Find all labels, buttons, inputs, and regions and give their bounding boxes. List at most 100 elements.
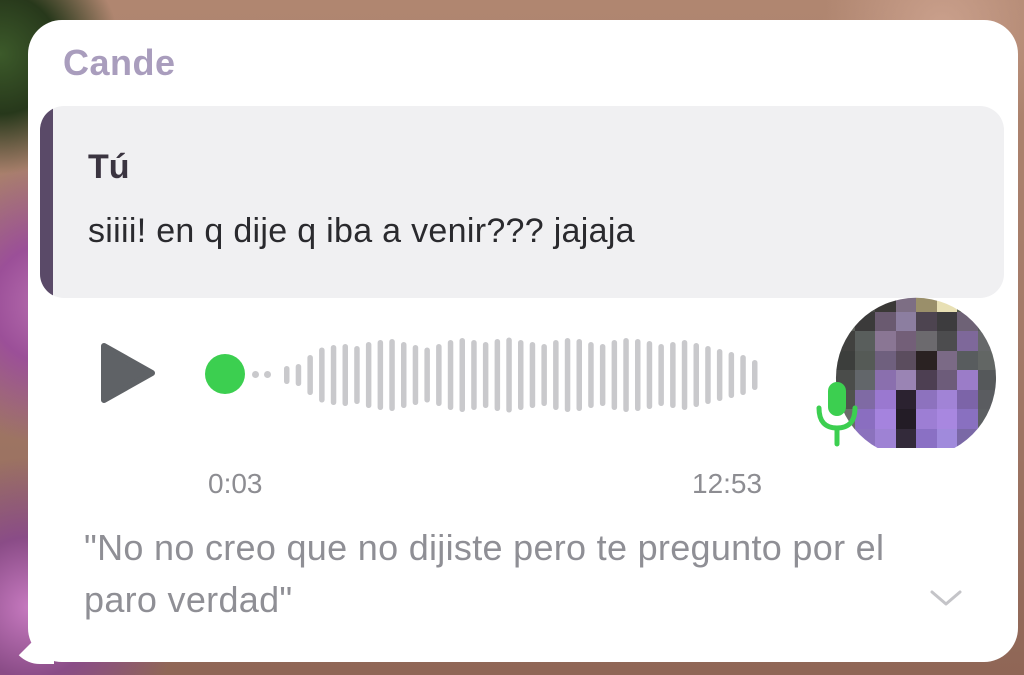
waveform-bar (412, 345, 419, 405)
waveform-bar (307, 355, 313, 395)
avatar-pixel (854, 331, 875, 351)
avatar-pixel (977, 350, 997, 370)
waveform-bar (716, 349, 723, 401)
waveform-bar (319, 347, 325, 403)
waveform-bar (693, 343, 699, 407)
waveform-bar (752, 360, 758, 390)
waveform-bar (635, 339, 641, 411)
avatar-pixel (957, 389, 978, 409)
avatar-pixel (895, 389, 916, 409)
waveform-bar (670, 342, 676, 408)
waveform-bar (342, 344, 348, 406)
waveform-bar (482, 342, 489, 408)
chevron-down-icon[interactable] (928, 586, 964, 610)
avatar-pixel (977, 409, 997, 429)
waveform-bar (365, 342, 372, 408)
reply-quote-author: Tú (88, 148, 130, 186)
avatar-pixel (977, 428, 997, 448)
avatar-pixel (895, 370, 916, 390)
avatar-pixel (875, 331, 896, 351)
avatar-pixel (936, 428, 957, 448)
waveform-bar (436, 344, 442, 406)
waveform-bar (588, 342, 594, 408)
voice-duration: 0:03 (208, 468, 263, 499)
waveform-bar (599, 344, 606, 406)
waveform-bar (740, 355, 746, 395)
audio-waveform[interactable] (204, 320, 774, 430)
waveform-bar (728, 352, 735, 398)
waveform-bar (611, 340, 618, 410)
waveform-bar (646, 341, 653, 409)
avatar-pixel (957, 428, 978, 448)
avatar-pixel (957, 370, 978, 390)
voice-message-bubble: Cande Tú siiii! en q dije q iba a venir?… (28, 20, 1018, 662)
waveform-bar (401, 342, 407, 408)
avatar-pixel (977, 370, 997, 390)
waveform-bar (658, 344, 664, 406)
avatar-pixel (895, 409, 916, 429)
waveform-bar (447, 340, 454, 410)
avatar-pixel (916, 428, 937, 448)
avatar-pixel (916, 350, 937, 370)
waveform-bar (295, 364, 302, 386)
avatar-pixel (977, 311, 997, 331)
avatar-pixel (916, 311, 937, 331)
reply-quote[interactable]: Tú siiii! en q dije q iba a venir??? jaj… (40, 106, 1004, 298)
reply-quote-bar (40, 106, 53, 298)
avatar-pixel (957, 350, 978, 370)
avatar-pixel (916, 389, 937, 409)
avatar-pixel (957, 409, 978, 429)
avatar-pixel (936, 389, 957, 409)
avatar-pixel (895, 311, 916, 331)
waveform-bar (681, 340, 688, 410)
waveform-bar (471, 340, 477, 410)
waveform-bar (354, 346, 360, 404)
reply-quote-text: siiii! en q dije q iba a venir??? jajaja (88, 212, 635, 250)
waveform-bar (424, 347, 430, 403)
message-timestamp: 12:53 (692, 468, 763, 499)
avatar-pixel (936, 331, 957, 351)
waveform-bar (564, 338, 571, 412)
waveform-bar (576, 339, 582, 411)
voice-transcript: "No no creo que no dijiste pero te pregu… (84, 527, 885, 620)
avatar-pixel (957, 331, 978, 351)
avatar-pixel (936, 311, 957, 331)
avatar-pixel (936, 370, 957, 390)
avatar-pixel (835, 331, 855, 351)
waveform-bar (459, 338, 465, 412)
avatar-pixel (875, 311, 896, 331)
avatar-pixel (936, 409, 957, 429)
waveform-bar (529, 342, 536, 408)
play-icon[interactable] (100, 342, 156, 404)
waveform-bar (494, 339, 501, 411)
avatar-pixel (916, 409, 937, 429)
waveform-bar (377, 340, 384, 410)
avatar-pixel (835, 350, 855, 370)
avatar-pixel (916, 331, 937, 351)
playback-scrubber[interactable] (205, 354, 245, 394)
waveform-bar (284, 366, 290, 384)
avatar-pixel (895, 350, 916, 370)
avatar-pixel (977, 331, 997, 351)
avatar-pixel (875, 428, 896, 448)
waveform-bar (541, 344, 547, 406)
avatar-pixel (895, 331, 916, 351)
avatar-pixel (936, 350, 957, 370)
avatar-pixel (895, 428, 916, 448)
avatar-pixel (854, 350, 875, 370)
avatar-pixel (916, 370, 937, 390)
avatar-pixel (875, 409, 896, 429)
avatar-pixel (875, 370, 896, 390)
avatar-pixel (875, 350, 896, 370)
avatar-pixel (854, 311, 875, 331)
waveform-bar (389, 339, 395, 411)
avatar-pixel (835, 311, 855, 331)
avatar-pixel (875, 389, 896, 409)
avatar-pixel (957, 311, 978, 331)
waveform-bar (705, 346, 711, 404)
microphone-icon (816, 382, 858, 447)
sender-name: Cande (63, 42, 176, 83)
waveform-bar (506, 337, 512, 413)
waveform-bar (518, 340, 524, 410)
waveform-bar (623, 338, 629, 412)
